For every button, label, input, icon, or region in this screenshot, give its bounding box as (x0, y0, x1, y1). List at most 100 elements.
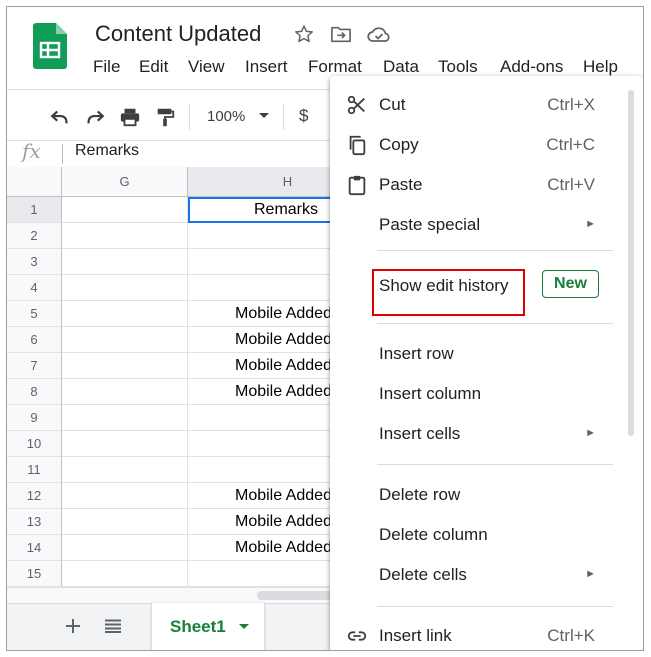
grid-cell[interactable] (62, 275, 188, 301)
menu-view[interactable]: View (188, 57, 225, 77)
menu-file[interactable]: File (93, 57, 120, 77)
star-icon[interactable] (294, 24, 314, 44)
row-header[interactable]: 12 (7, 483, 62, 509)
new-badge: New (542, 270, 599, 298)
row-header[interactable]: 9 (7, 405, 62, 431)
menu-item-shortcut: Ctrl+C (546, 135, 595, 154)
copy-icon (349, 135, 366, 156)
fx-icon: fx (22, 139, 41, 163)
paint-format-icon[interactable] (154, 106, 176, 128)
submenu-arrow-icon: ► (585, 568, 596, 580)
column-header-g[interactable]: G (62, 167, 188, 197)
row-header[interactable]: 6 (7, 327, 62, 353)
sheet-menu-dropdown-icon[interactable] (239, 624, 249, 630)
submenu-arrow-icon: ► (585, 427, 596, 439)
row-header[interactable]: 14 (7, 535, 62, 561)
grid-cell[interactable] (62, 327, 188, 353)
grid-cell[interactable] (62, 223, 188, 249)
zoom-dropdown-icon[interactable] (259, 113, 269, 119)
row-header[interactable]: 3 (7, 249, 62, 275)
select-all-corner[interactable] (7, 167, 62, 197)
sheets-logo-icon[interactable] (33, 23, 67, 69)
row-header[interactable]: 5 (7, 301, 62, 327)
context-menu: Cut Ctrl+X Copy Ctrl+C Paste Ctrl+V Past… (330, 76, 643, 650)
menu-item-insert-link[interactable]: Insert link Ctrl+K (330, 616, 630, 650)
menu-item-delete-column[interactable]: Delete column (330, 515, 630, 555)
menu-item-insert-row[interactable]: Insert row (330, 334, 630, 374)
document-title[interactable]: Content Updated (95, 21, 261, 47)
menu-item-shortcut: Ctrl+V (547, 175, 595, 194)
row-header[interactable]: 1 (7, 197, 62, 223)
row-header[interactable]: 4 (7, 275, 62, 301)
toolbar-divider (189, 104, 190, 130)
menu-divider (377, 464, 613, 465)
menu-item-label: Paste (379, 175, 423, 194)
menu-item-insert-cells[interactable]: Insert cells ► (330, 414, 630, 454)
grid-cell[interactable] (62, 509, 188, 535)
sheets-window: Content Updated File Edit View Insert Fo… (6, 6, 644, 651)
menu-format[interactable]: Format (308, 57, 362, 77)
submenu-arrow-icon: ► (585, 218, 596, 230)
grid-cell[interactable] (62, 483, 188, 509)
scissors-icon (347, 95, 365, 115)
menu-item-copy[interactable]: Copy Ctrl+C (330, 125, 630, 165)
menu-item-paste-special[interactable]: Paste special ► (330, 205, 630, 245)
menu-insert[interactable]: Insert (245, 57, 288, 77)
grid-cell[interactable] (62, 431, 188, 457)
row-header[interactable]: 10 (7, 431, 62, 457)
row-header[interactable]: 13 (7, 509, 62, 535)
grid-cell[interactable] (62, 379, 188, 405)
add-sheet-icon[interactable] (65, 618, 81, 634)
menu-item-delete-row[interactable]: Delete row (330, 475, 630, 515)
grid-cell[interactable] (62, 353, 188, 379)
grid-cell[interactable] (62, 301, 188, 327)
zoom-select[interactable]: 100% (207, 108, 245, 125)
link-icon (347, 631, 367, 641)
row-header[interactable]: 7 (7, 353, 62, 379)
cloud-saved-icon[interactable] (367, 25, 391, 43)
row-header[interactable]: 8 (7, 379, 62, 405)
grid-cell[interactable] (62, 457, 188, 483)
formula-divider (62, 144, 63, 164)
highlight-box (372, 269, 525, 316)
all-sheets-icon[interactable] (104, 619, 122, 633)
redo-icon[interactable] (84, 106, 106, 128)
menu-tools[interactable]: Tools (438, 57, 478, 77)
grid-cell[interactable] (62, 249, 188, 275)
menu-item-label: Insert column (379, 384, 482, 403)
menu-item-label: Copy (379, 135, 419, 154)
print-icon[interactable] (119, 106, 141, 128)
undo-icon[interactable] (49, 106, 71, 128)
menu-item-label: Delete cells (379, 565, 467, 584)
menu-item-paste[interactable]: Paste Ctrl+V (330, 165, 630, 205)
grid-cell[interactable] (62, 405, 188, 431)
menu-item-shortcut: Ctrl+K (547, 626, 595, 645)
row-header[interactable]: 2 (7, 223, 62, 249)
menu-item-label: Delete column (379, 525, 488, 544)
menu-item-label: Cut (379, 95, 406, 114)
menu-item-shortcut: Ctrl+X (547, 95, 595, 114)
menu-item-delete-cells[interactable]: Delete cells ► (330, 555, 630, 595)
menu-data[interactable]: Data (383, 57, 419, 77)
sheet-tab-label: Sheet1 (170, 617, 226, 636)
menu-divider (377, 606, 613, 607)
grid-cell[interactable] (62, 197, 188, 223)
menu-addons[interactable]: Add-ons (500, 57, 563, 77)
formula-input[interactable]: Remarks (75, 142, 139, 160)
menu-scrollbar[interactable] (628, 90, 634, 436)
grid-cell[interactable] (62, 561, 188, 587)
menu-divider (377, 250, 613, 251)
clipboard-icon (348, 175, 366, 196)
menu-edit[interactable]: Edit (139, 57, 168, 77)
currency-format-button[interactable]: $ (299, 106, 308, 126)
menu-item-insert-column[interactable]: Insert column (330, 374, 630, 414)
grid-cell[interactable] (62, 535, 188, 561)
menu-item-cut[interactable]: Cut Ctrl+X (330, 85, 630, 125)
menu-help[interactable]: Help (583, 57, 618, 77)
menu-item-label: Insert cells (379, 424, 461, 443)
row-header[interactable]: 11 (7, 457, 62, 483)
menu-item-label: Insert link (379, 626, 452, 645)
row-header[interactable]: 15 (7, 561, 62, 587)
move-folder-icon[interactable] (330, 24, 352, 44)
menu-item-label: Paste special (379, 215, 481, 234)
